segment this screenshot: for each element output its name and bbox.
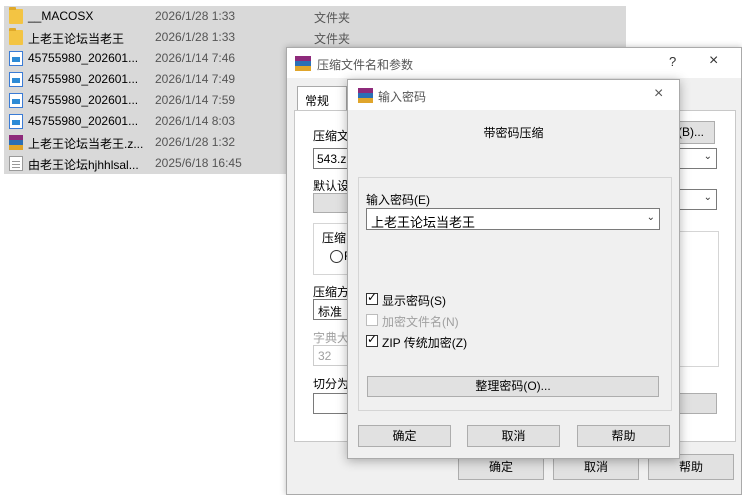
winrar-icon [295, 56, 311, 71]
dialog-heading: 带密码压缩 [483, 126, 544, 140]
winrar-archive-icon [9, 135, 23, 150]
folder-icon [9, 7, 23, 24]
winrar-icon [358, 88, 373, 103]
check-icon: ✓ [367, 290, 378, 304]
update-mode-select[interactable]: ⌄ [675, 189, 717, 210]
close-icon[interactable]: × [709, 52, 718, 70]
format-radio[interactable] [330, 250, 343, 263]
close-icon[interactable]: × [654, 85, 663, 103]
dialog-title: 输入密码 [378, 90, 427, 104]
list-item[interactable]: 上老王论坛当老王 2026/1/28 1:33 文件夹 [4, 27, 626, 48]
title-bar: 输入密码 × [348, 80, 679, 110]
help-button[interactable]: 帮助 [577, 425, 670, 447]
help-icon[interactable]: ? [669, 54, 676, 69]
password-dialog: 输入密码 × 带密码压缩 输入密码(E) 上老王论坛当老王 ⌄ ✓ 显示密码(S… [347, 79, 680, 459]
list-item[interactable]: __MACOSX 2026/1/28 1:33 文件夹 [4, 6, 626, 27]
default-profile-label: 默认设 [313, 179, 350, 193]
image-file-icon [9, 72, 23, 87]
tab-general[interactable]: 常规 [297, 86, 347, 111]
dialog-title: 压缩文件名和参数 [317, 58, 414, 72]
split-label: 切分为 [313, 377, 350, 391]
options-group [675, 231, 719, 367]
method-label: 压缩方 [313, 285, 350, 299]
folder-icon [9, 28, 23, 45]
archive-name-label: 压缩文 [313, 129, 350, 143]
title-bar: 压缩文件名和参数 ? × [287, 48, 741, 78]
ok-button[interactable]: 确定 [358, 425, 451, 447]
dictionary-label: 字典大 [313, 331, 350, 345]
chevron-down-icon: ⌄ [703, 192, 712, 203]
checkbox[interactable]: ✓ [366, 332, 378, 347]
set-password-button[interactable] [675, 393, 717, 414]
cancel-button[interactable]: 取消 [467, 425, 560, 447]
check-icon: ✓ [367, 332, 378, 346]
chevron-down-icon[interactable]: ⌄ [704, 151, 712, 162]
checkbox [366, 314, 378, 326]
image-file-icon [9, 93, 23, 108]
checkbox[interactable]: ✓ [366, 290, 378, 305]
organize-passwords-button[interactable]: 整理密码(O)... [367, 376, 659, 397]
image-file-icon [9, 51, 23, 66]
image-file-icon [9, 114, 23, 129]
text-file-icon [9, 156, 23, 171]
